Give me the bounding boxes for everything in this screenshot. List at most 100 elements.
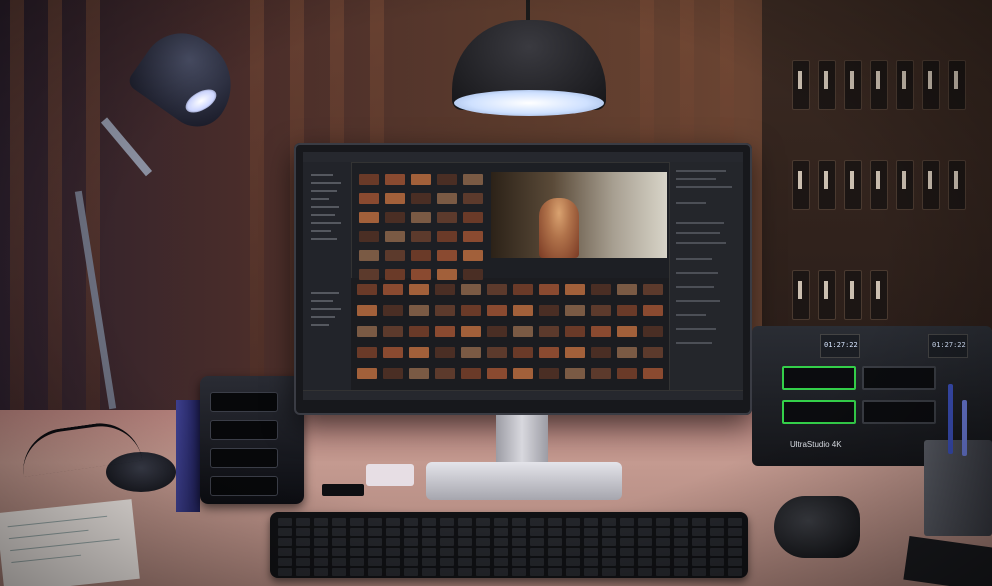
keyboard-key bbox=[422, 538, 436, 546]
keyboard-key bbox=[710, 518, 724, 526]
keyboard-key bbox=[332, 558, 346, 566]
keyboard-key bbox=[458, 558, 472, 566]
keyboard-key bbox=[584, 528, 598, 536]
clip-thumbnail bbox=[463, 212, 483, 223]
keyboard-key bbox=[494, 538, 508, 546]
clip-thumbnail bbox=[539, 368, 559, 379]
keyboard-key bbox=[620, 518, 634, 526]
clip-thumbnail bbox=[437, 212, 457, 223]
keyboard-key bbox=[692, 568, 706, 576]
clip-thumbnail bbox=[461, 284, 481, 295]
clip-thumbnail bbox=[463, 174, 483, 185]
keyboard-key bbox=[602, 548, 616, 556]
keyboard-key bbox=[728, 568, 742, 576]
inspector-panel bbox=[669, 162, 743, 400]
clip-thumbnail bbox=[513, 284, 533, 295]
keyboard-key bbox=[494, 558, 508, 566]
keyboard-key bbox=[566, 538, 580, 546]
binder-shelf bbox=[762, 0, 992, 330]
binder bbox=[948, 160, 966, 210]
clip-thumbnail bbox=[411, 250, 431, 261]
binder bbox=[792, 60, 810, 110]
keyboard-key bbox=[314, 538, 328, 546]
keyboard-key bbox=[674, 518, 688, 526]
keyboard-key bbox=[296, 548, 310, 556]
binder bbox=[896, 160, 914, 210]
inspector-row bbox=[676, 202, 706, 204]
keyboard-key bbox=[656, 568, 670, 576]
clip-thumbnail bbox=[437, 174, 457, 185]
binder bbox=[870, 270, 888, 320]
keyboard-key bbox=[350, 528, 364, 536]
keyboard-key bbox=[314, 528, 328, 536]
inspector-row bbox=[676, 178, 716, 180]
keyboard-key bbox=[314, 558, 328, 566]
keyboard-key bbox=[638, 558, 652, 566]
clip-thumbnail bbox=[643, 368, 663, 379]
keyboard-key bbox=[728, 548, 742, 556]
clip-thumbnail bbox=[359, 212, 379, 223]
clip-thumbnail bbox=[385, 231, 405, 242]
keyboard-key bbox=[530, 548, 544, 556]
clip-thumbnail bbox=[409, 347, 429, 358]
keyboard-key bbox=[440, 528, 454, 536]
clip-thumbnail bbox=[461, 305, 481, 316]
keyboard-key bbox=[332, 538, 346, 546]
keyboard-key bbox=[620, 538, 634, 546]
keyboard-key bbox=[296, 538, 310, 546]
keyboard-key bbox=[422, 558, 436, 566]
inspector-row bbox=[676, 342, 712, 344]
inspector-row bbox=[676, 186, 732, 188]
keyboard-key bbox=[350, 518, 364, 526]
keyboard-key bbox=[656, 528, 670, 536]
keyboard-key bbox=[296, 528, 310, 536]
timecode-display-left: 01:27:22 bbox=[820, 334, 860, 358]
clip-thumbnail bbox=[357, 284, 377, 295]
clip-thumbnail bbox=[617, 284, 637, 295]
clip-thumbnail bbox=[565, 347, 585, 358]
inspector-row bbox=[676, 328, 716, 330]
handwriting-line bbox=[7, 515, 108, 528]
keyboard-key bbox=[512, 568, 526, 576]
keyboard-key bbox=[332, 548, 346, 556]
clip-thumbnail bbox=[435, 326, 455, 337]
folder-row bbox=[311, 292, 339, 294]
keyboard-key bbox=[350, 568, 364, 576]
folder-row bbox=[311, 174, 333, 176]
clip-thumbnail bbox=[357, 347, 377, 358]
keyboard-key bbox=[584, 558, 598, 566]
keyboard-key bbox=[602, 528, 616, 536]
paper-notes bbox=[0, 499, 140, 586]
binder bbox=[870, 160, 888, 210]
timecode-display-right: 01:27:22 bbox=[928, 334, 968, 358]
clip-thumbnail bbox=[565, 305, 585, 316]
keyboard-key bbox=[674, 538, 688, 546]
keyboard-key bbox=[314, 518, 328, 526]
keyboard-key bbox=[674, 528, 688, 536]
clip-thumbnail bbox=[357, 326, 377, 337]
folder-row bbox=[311, 198, 329, 200]
clip-thumbnail bbox=[435, 347, 455, 358]
clip-thumbnail bbox=[539, 347, 559, 358]
keyboard-key bbox=[476, 558, 490, 566]
binder bbox=[922, 60, 940, 110]
clip-thumbnail bbox=[435, 284, 455, 295]
keyboard-key bbox=[458, 528, 472, 536]
keyboard-key bbox=[368, 568, 382, 576]
keyboard-key bbox=[440, 568, 454, 576]
keyboard-key bbox=[494, 518, 508, 526]
keyboard-key bbox=[458, 568, 472, 576]
clip-thumbnail bbox=[383, 347, 403, 358]
keyboard bbox=[270, 512, 748, 578]
pendant-lamp-light bbox=[454, 90, 604, 116]
clip-thumbnail bbox=[385, 269, 405, 280]
clip-thumbnail bbox=[411, 269, 431, 280]
keyboard-key bbox=[368, 558, 382, 566]
binder bbox=[896, 60, 914, 110]
sd-card-case bbox=[366, 464, 414, 486]
binder bbox=[844, 270, 862, 320]
clip-grid-lower bbox=[351, 278, 669, 390]
keyboard-key bbox=[566, 558, 580, 566]
keyboard-key bbox=[314, 568, 328, 576]
keyboard-key bbox=[332, 528, 346, 536]
